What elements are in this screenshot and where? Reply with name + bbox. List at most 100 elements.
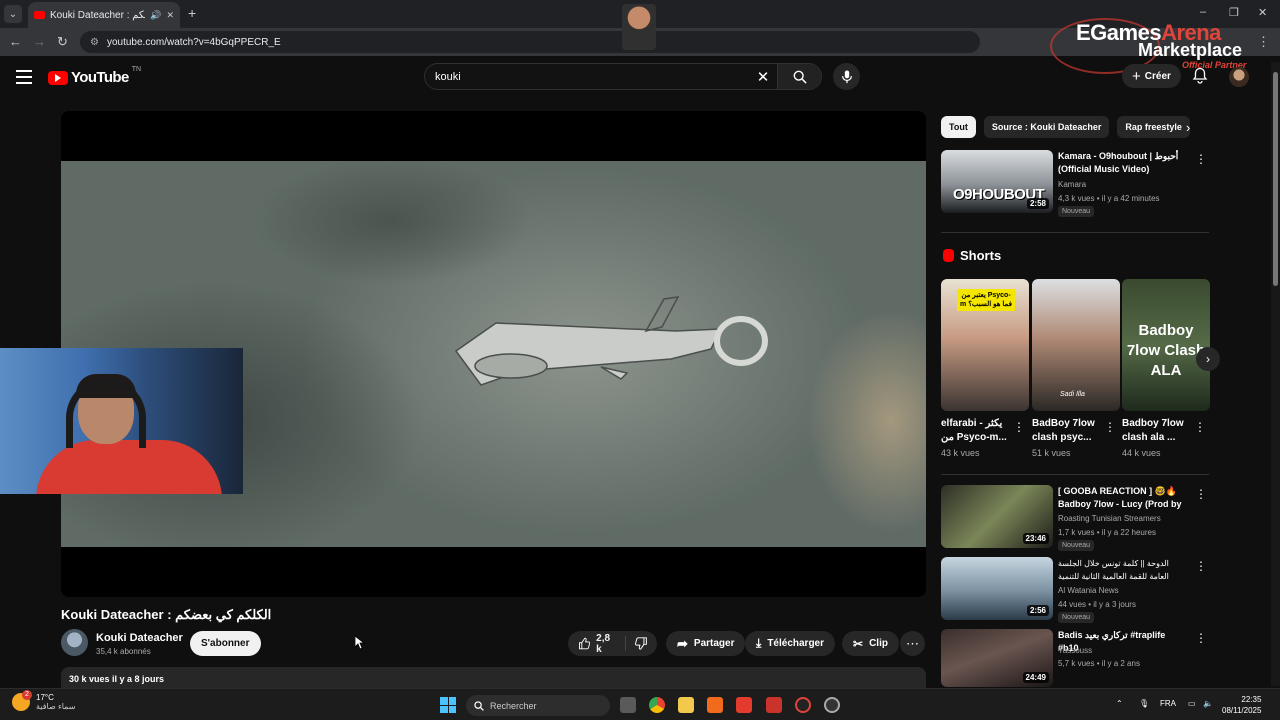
task-view-icon[interactable] [620, 697, 636, 713]
short-overlay-text: يعتبر من Psyco-m فما هو السبب؟ [957, 289, 1015, 311]
short-views: 44 k vues [1122, 448, 1161, 458]
opera-gx-icon[interactable] [795, 697, 811, 713]
volume-icon[interactable]: 🔈 [1203, 699, 1213, 708]
clip-label: Clip [869, 638, 888, 649]
short-overlay-text: Badboy 7low Clash ALA [1126, 322, 1206, 379]
app-icon-circle[interactable] [824, 697, 840, 713]
brand-line2: Marketplace [1138, 40, 1243, 60]
short-thumbnail[interactable]: يعتبر من Psyco-m فما هو السبب؟ [941, 279, 1029, 411]
clip-button[interactable]: ✂ Clip [842, 631, 899, 656]
page-scrollbar[interactable] [1271, 62, 1280, 686]
app-icon-orange[interactable] [707, 697, 723, 713]
speaker-icon[interactable]: 🔊 [150, 10, 161, 21]
create-button[interactable]: + Créer [1122, 64, 1181, 88]
more-horizontal-icon: ⋯ [906, 635, 919, 651]
browser-tab-active[interactable]: Kouki Dateacher : الكلكم كي بعضكم 🔊 ✕ [28, 2, 180, 28]
system-clock[interactable]: 22:35 08/11/2025 [1222, 694, 1261, 716]
short-thumbnail[interactable]: Badboy 7low Clash ALA [1122, 279, 1210, 411]
recommendation-item[interactable]: 2:56 الدوحة || كلمة تونس خلال الجلسة الع… [941, 557, 1211, 623]
like-button[interactable]: 2,8 k [568, 633, 626, 655]
account-avatar[interactable] [1229, 67, 1249, 87]
close-window-button[interactable]: ✕ [1258, 6, 1267, 19]
hamburger-menu-icon[interactable] [16, 70, 32, 88]
recommendation-item[interactable]: 23:46 [ GOOBA REACTION ] 🤓🔥 Badboy 7low … [941, 485, 1211, 551]
weather-widget[interactable]: 2 17°C سماء صافية [12, 690, 76, 711]
weather-description: سماء صافية [36, 702, 76, 711]
plus-icon: + [1132, 67, 1141, 85]
chip-rap-freestyle[interactable]: Rap freestyle [1117, 116, 1190, 138]
taskbar-search[interactable]: Rechercher [466, 695, 610, 716]
minimize-button[interactable]: – [1200, 6, 1206, 18]
weather-sun-icon: 2 [12, 690, 32, 711]
video-thumbnail[interactable]: O9HOUBOUT 2:58 [941, 150, 1053, 213]
new-badge: Nouveau [1058, 612, 1095, 623]
view-count-date: 30 k vues il y a 8 jours [69, 674, 165, 684]
shorts-next-button[interactable]: › [1196, 347, 1220, 371]
video-thumbnail[interactable]: 2:56 [941, 557, 1053, 620]
recommendation-item[interactable]: O9HOUBOUT 2:58 Kamara - O9houbout | أحبو… [941, 150, 1211, 220]
reload-icon[interactable]: ↻ [57, 34, 68, 50]
kebab-menu-icon[interactable]: ⋮ [1104, 420, 1116, 434]
forward-arrow-icon[interactable]: → [33, 34, 46, 49]
back-arrow-icon[interactable]: ← [9, 34, 22, 49]
scrollbar-thumb[interactable] [1273, 72, 1278, 286]
download-label: Télécharger [767, 638, 825, 649]
tab-search-button[interactable]: ⌄ [4, 5, 22, 23]
tab-close-icon[interactable]: ✕ [166, 10, 174, 21]
kebab-menu-icon[interactable]: ⋮ [1195, 152, 1207, 166]
network-icon[interactable]: ▭ [1188, 699, 1196, 708]
dislike-button[interactable] [626, 637, 657, 650]
subscribe-button[interactable]: S'abonner [190, 631, 261, 656]
browser-menu-icon[interactable]: ⋮ [1257, 34, 1270, 50]
video-duration: 23:46 [1022, 533, 1049, 544]
short-title[interactable]: elfarabi - يكثر من Psyco-m... [941, 417, 1016, 445]
weather-temp: 17°C [36, 693, 54, 702]
kebab-menu-icon[interactable]: ⋮ [1195, 631, 1207, 645]
new-tab-button[interactable]: + [188, 5, 196, 21]
chip-source[interactable]: Source : Kouki Dateacher [983, 116, 1110, 138]
more-actions-button[interactable]: ⋯ [900, 631, 925, 656]
new-badge: Nouveau [1058, 540, 1095, 551]
language-indicator[interactable]: FRA [1160, 699, 1176, 708]
chevron-right-icon[interactable]: › [1186, 120, 1190, 135]
channel-avatar[interactable] [61, 629, 88, 656]
app-icon-red[interactable] [736, 697, 752, 713]
kebab-menu-icon[interactable]: ⋮ [1194, 420, 1206, 434]
video-thumbnail[interactable]: 23:46 [941, 485, 1053, 548]
file-explorer-icon[interactable] [678, 697, 694, 713]
search-button[interactable] [777, 64, 821, 89]
chip-all[interactable]: Tout [941, 116, 976, 138]
channel-name[interactable]: Kouki Dateacher [96, 632, 183, 644]
short-views: 51 k vues [1032, 448, 1071, 458]
weather-badge: 2 [22, 690, 32, 700]
voice-search-button[interactable] [833, 63, 860, 90]
tray-chevron-up-icon[interactable]: ⌃ [1116, 699, 1123, 708]
search-bar: ✕ [424, 63, 822, 90]
site-info-icon[interactable]: ⚙ [90, 37, 99, 48]
tab-title: Kouki Dateacher : الكلكم كي بعضكم [50, 9, 145, 21]
tray-microphone-icon[interactable]: 🎙 [1139, 699, 1149, 708]
chrome-icon[interactable] [649, 697, 665, 713]
search-input[interactable] [425, 70, 749, 83]
scissors-icon: ✂ [853, 636, 864, 651]
kebab-menu-icon[interactable]: ⋮ [1195, 559, 1207, 573]
youtube-logo[interactable]: YouTube TN [48, 66, 141, 86]
description-box[interactable]: 30 k vues il y a 8 jours [61, 667, 926, 689]
search-icon [474, 700, 484, 711]
short-thumbnail[interactable]: Sadi Illa [1032, 279, 1120, 411]
address-bar[interactable]: ⚙ youtube.com/watch?v=4bGqPPECR_E [80, 31, 980, 53]
short-title[interactable]: Badboy 7low clash ala ... [1122, 417, 1197, 445]
recommendation-channel: Al Watania News [1058, 586, 1119, 595]
windows-start-icon[interactable] [440, 697, 456, 713]
kebab-menu-icon[interactable]: ⋮ [1013, 420, 1025, 434]
short-title[interactable]: BadBoy 7low clash psyc... [1032, 417, 1107, 445]
download-button[interactable]: ⤓ Télécharger [745, 631, 836, 656]
notifications-button[interactable] [1192, 67, 1208, 89]
app-icon-streaming[interactable] [766, 697, 782, 713]
kebab-menu-icon[interactable]: ⋮ [1195, 487, 1207, 501]
video-thumbnail[interactable]: 24:49 [941, 629, 1053, 687]
recommendation-item[interactable]: 24:49 Badis تركاري بعيد #traplife #b10 Y… [941, 629, 1211, 687]
share-button[interactable]: ➦ Partager [666, 631, 746, 656]
clear-search-icon[interactable]: ✕ [749, 68, 777, 86]
create-label: Créer [1144, 70, 1171, 82]
